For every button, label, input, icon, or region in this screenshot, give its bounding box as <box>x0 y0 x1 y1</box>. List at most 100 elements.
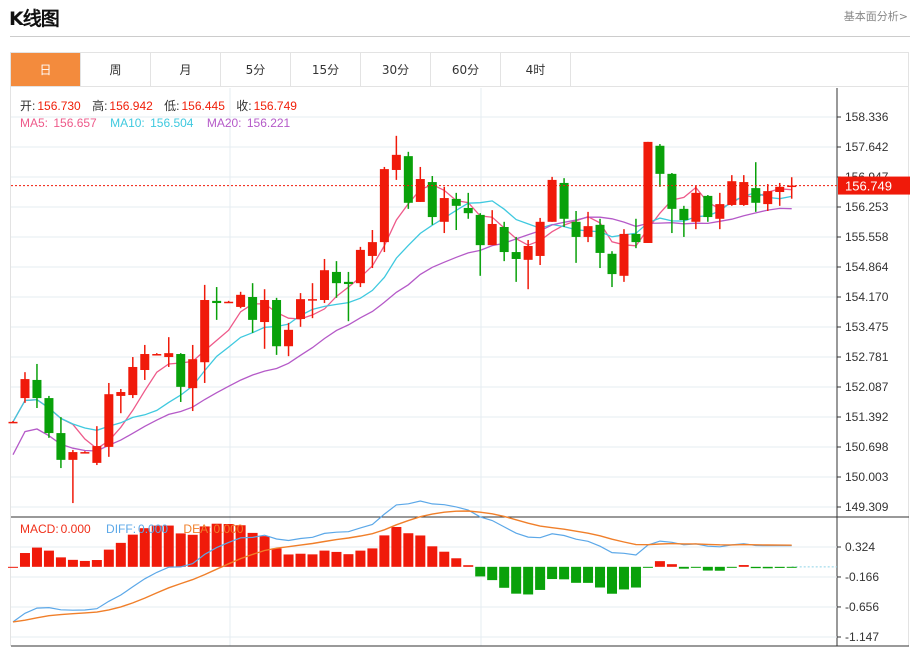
macd-histogram-bar <box>271 548 282 567</box>
macd-histogram-bar <box>475 566 486 577</box>
candle-up <box>619 233 629 276</box>
candle-down <box>475 214 485 246</box>
dea-value: 0.000 <box>213 522 244 536</box>
macd-histogram-bar <box>295 553 306 567</box>
candle-up <box>391 154 401 170</box>
macd-histogram-bar <box>115 542 126 567</box>
candle-up <box>487 223 497 246</box>
candle-up <box>439 198 449 222</box>
macd-histogram-bar <box>403 533 414 567</box>
price-tick-label: 150.003 <box>845 470 889 484</box>
candle-down <box>631 233 641 243</box>
macd-histogram-bar <box>702 566 713 571</box>
ma5-line <box>12 183 792 450</box>
macd-tick-label: -1.147 <box>845 630 879 644</box>
macd-tick-label: -0.656 <box>845 600 879 614</box>
macd-histogram-bar <box>630 566 641 588</box>
macd-histogram-bar <box>535 566 546 590</box>
price-tick-label: 151.392 <box>845 410 889 424</box>
candle-up <box>691 192 701 222</box>
ma10-value: 156.504 <box>150 116 194 130</box>
macd-histogram-bar <box>319 550 330 567</box>
ma-legend: MA5: 156.657 MA10: 156.504 MA20: 156.221 <box>20 116 292 130</box>
candle-up <box>92 446 102 463</box>
candle-up <box>236 294 246 307</box>
candle-up <box>715 204 725 219</box>
candle-down <box>56 433 66 460</box>
macd-histogram-bar <box>187 534 198 567</box>
high-value: 156.942 <box>109 99 153 113</box>
candle-down <box>427 182 437 218</box>
candle-up <box>104 394 114 447</box>
candle-down <box>248 296 258 320</box>
candle-down <box>499 226 509 253</box>
macd-value: 0.000 <box>60 522 91 536</box>
macd-histogram-bar <box>343 554 354 567</box>
candle-down <box>667 173 677 209</box>
candle-up <box>164 353 174 358</box>
candle-up <box>319 270 329 301</box>
candle-down <box>751 188 761 203</box>
macd-histogram-bar <box>499 566 510 588</box>
price-tick-label: 155.558 <box>845 230 889 244</box>
macd-histogram-bar <box>331 551 342 567</box>
macd-histogram-bar <box>607 566 617 594</box>
current-price-label: 156.749 <box>845 179 892 194</box>
ohlc-legend: 开: 156.730 高: 156.942 低: 156.445 收: 156.749 <box>20 97 299 114</box>
candle-down <box>703 195 713 218</box>
candle-down <box>32 379 42 399</box>
candle-up <box>140 354 150 371</box>
price-tick-label: 158.336 <box>845 110 889 124</box>
macd-histogram-bar <box>487 566 498 581</box>
macd-tick-label: 0.324 <box>845 540 875 554</box>
close-label: 收: <box>236 99 252 113</box>
macd-histogram-bar <box>738 565 749 567</box>
macd-histogram-bar <box>391 526 402 567</box>
macd-histogram-bar <box>618 566 629 590</box>
candle-up <box>523 246 533 260</box>
candle-up <box>547 179 557 222</box>
candle-up <box>535 221 545 256</box>
macd-histogram-bar <box>127 534 138 567</box>
price-tick-label: 149.309 <box>845 500 889 514</box>
candle-up <box>128 366 138 396</box>
diff-value: 0.000 <box>138 522 169 536</box>
candle-down <box>403 156 413 203</box>
macd-histogram-bar <box>511 566 522 594</box>
low-value: 156.445 <box>181 99 225 113</box>
close-value: 156.749 <box>253 99 297 113</box>
macd-histogram-bar <box>55 557 66 567</box>
ma20-label: MA20: <box>206 116 245 130</box>
macd-histogram-bar <box>666 564 677 567</box>
candle-down <box>655 145 665 174</box>
price-tick-label: 152.087 <box>845 380 889 394</box>
macd-histogram-bar <box>415 535 426 567</box>
candle-down <box>343 281 353 285</box>
macd-histogram-bar <box>750 566 761 569</box>
macd-histogram-bar <box>439 551 450 567</box>
candle-up <box>152 354 162 356</box>
candle-down <box>331 271 341 284</box>
candle-up <box>583 226 593 237</box>
macd-histogram-bar <box>690 566 701 568</box>
ma20-value: 156.221 <box>246 116 291 130</box>
ma20-line <box>12 207 792 455</box>
price-tick-label: 150.698 <box>845 440 889 454</box>
macd-histogram-bar <box>91 560 102 567</box>
macd-histogram-bar <box>714 566 725 571</box>
candle-down <box>451 198 461 206</box>
macd-histogram-bar <box>43 550 54 567</box>
candle-up <box>80 452 90 454</box>
candle-down <box>595 224 605 253</box>
macd-histogram-bar <box>19 553 30 567</box>
macd-histogram-bar <box>762 566 773 569</box>
macd-histogram-bar <box>79 560 90 567</box>
ma10-label: MA10: <box>110 116 149 130</box>
candle-down <box>272 300 282 347</box>
candle-up <box>643 141 653 243</box>
price-tick-label: 152.781 <box>845 350 889 364</box>
macd-histogram-bar <box>8 566 18 568</box>
low-label: 低: <box>164 99 180 113</box>
macd-histogram-bar <box>283 554 294 567</box>
macd-histogram-bar <box>559 566 570 580</box>
